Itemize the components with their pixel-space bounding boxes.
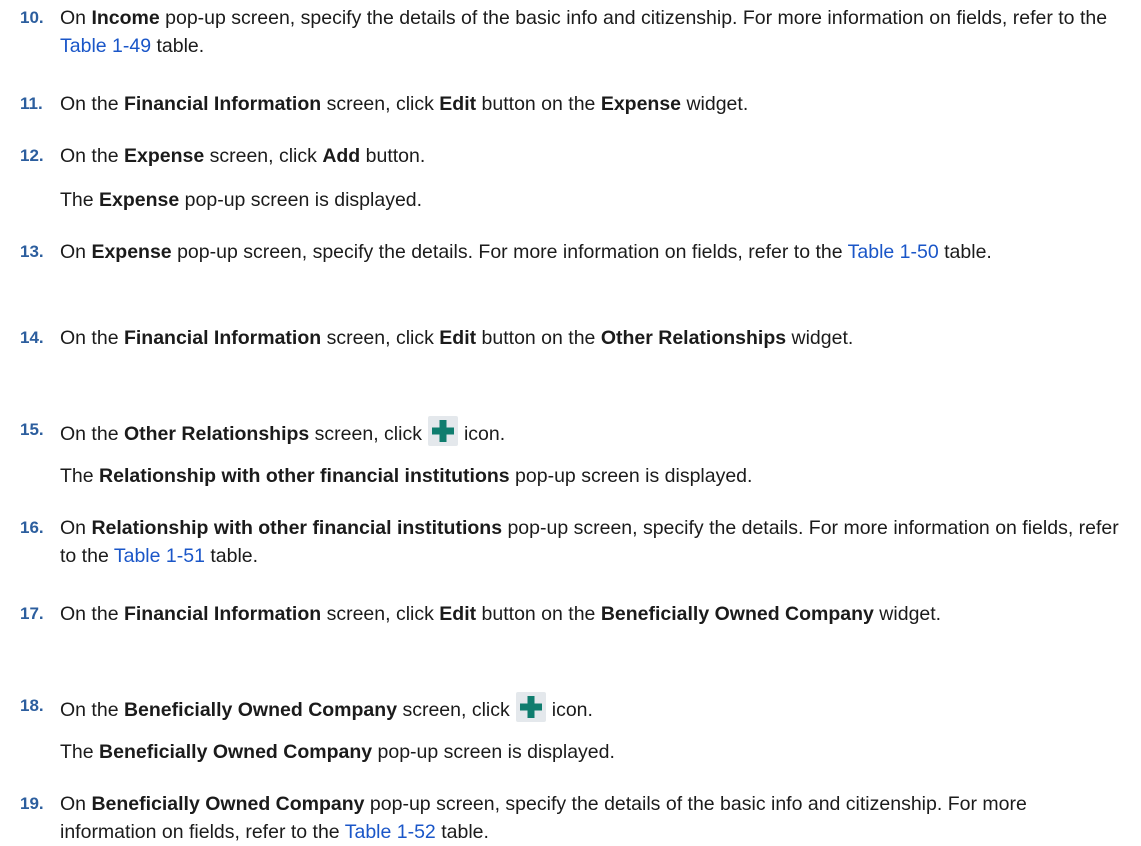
step-number: 18. (20, 696, 44, 715)
ui-term: Expense (99, 189, 180, 211)
add-plus-icon[interactable] (427, 416, 458, 446)
text-run: On (60, 241, 92, 263)
step-12-result: The Expense pop-up screen is displayed. (60, 186, 1120, 214)
ui-term: Financial Information (123, 327, 322, 349)
text-run: The (60, 465, 100, 487)
ui-term: Expense (123, 145, 205, 167)
text-run: pop-up screen, specify the details of th… (159, 7, 1108, 29)
ui-term: Other Relationships (123, 423, 310, 445)
document-page: 10. On Income pop-up screen, specify the… (0, 0, 1141, 843)
ui-term: Financial Information (123, 93, 322, 115)
text-run: screen, click (204, 145, 323, 167)
ui-term: Beneficially Owned Company (123, 699, 398, 721)
step-text: On Income pop-up screen, specify the det… (60, 4, 1120, 60)
text-run: table. (435, 821, 489, 843)
ui-term: Add (322, 145, 361, 167)
table-reference-link[interactable]: Table 1-49 (60, 35, 151, 57)
text-run: On the (60, 699, 124, 721)
text-run: pop-up screen is displayed. (179, 189, 423, 211)
text-run: On the (60, 603, 124, 625)
text-run: pop-up screen, specify the details. For … (171, 241, 848, 263)
step-text: On the Financial Information screen, cli… (60, 600, 1120, 628)
ui-term: Edit (439, 327, 477, 349)
ui-term: Beneficially Owned Company (600, 603, 874, 625)
step-18-result: The Beneficially Owned Company pop-up sc… (60, 738, 1120, 766)
text-run: screen, click (397, 699, 510, 721)
table-reference-link[interactable]: Table 1-51 (114, 545, 205, 567)
step-15-result: The Relationship with other financial in… (60, 462, 1120, 490)
text-run: widget. (786, 327, 854, 349)
text-run: screen, click (321, 603, 440, 625)
text-run: The (60, 741, 100, 763)
text-run: On the (60, 327, 124, 349)
text-run: screen, click (309, 423, 422, 445)
add-plus-icon[interactable] (515, 692, 546, 722)
ui-term: Financial Information (123, 603, 322, 625)
ui-term: Beneficially Owned Company (99, 741, 373, 763)
text-run: table. (938, 241, 992, 263)
text-run: icon. (551, 699, 593, 721)
ui-term: Edit (439, 93, 477, 115)
step-text: On the Expense screen, click Add button. (60, 142, 1120, 170)
text-run: On the (60, 93, 124, 115)
table-reference-link[interactable]: Table 1-52 (345, 821, 436, 843)
step-number: 10. (20, 8, 44, 27)
step-text: On the Other Relationships screen, click… (60, 416, 1120, 448)
step-number: 15. (20, 420, 44, 439)
text-run: On (60, 517, 92, 539)
text-run: pop-up screen is displayed. (509, 465, 753, 487)
table-reference-link[interactable]: Table 1-50 (848, 241, 939, 263)
step-number: 16. (20, 518, 44, 537)
text-run: On (60, 793, 92, 815)
text-run: button on the (476, 603, 601, 625)
text-run: button on the (476, 93, 601, 115)
step-text: On the Financial Information screen, cli… (60, 324, 1120, 352)
step-number: 13. (20, 242, 44, 261)
step-text: On the Beneficially Owned Company screen… (60, 692, 1120, 724)
ui-term: Relationship with other financial instit… (99, 465, 510, 487)
step-number: 17. (20, 604, 44, 623)
text-run: screen, click (321, 327, 440, 349)
text-run: On the (60, 423, 124, 445)
ui-term: Income (91, 7, 160, 29)
text-run: button on the (476, 327, 601, 349)
ui-term: Expense (600, 93, 682, 115)
ui-term: Expense (91, 241, 172, 263)
text-run: icon. (463, 423, 506, 445)
step-number: 11. (20, 94, 43, 113)
step-number: 19. (20, 794, 44, 813)
ui-term: Relationship with other financial instit… (91, 517, 503, 539)
ui-term: Beneficially Owned Company (91, 793, 365, 815)
step-text: On Relationship with other financial ins… (60, 514, 1120, 570)
ui-term: Edit (439, 603, 477, 625)
text-run: table. (151, 35, 205, 57)
text-run: button. (360, 145, 426, 167)
ui-term: Other Relationships (600, 327, 787, 349)
text-run: pop-up screen is displayed. (372, 741, 615, 763)
step-number: 12. (20, 146, 44, 165)
step-number: 14. (20, 328, 44, 347)
text-run: table. (204, 545, 259, 567)
step-text: On the Financial Information screen, cli… (60, 90, 1120, 118)
text-run: On (60, 7, 92, 29)
text-run: widget. (681, 93, 749, 115)
text-run: The (60, 189, 100, 211)
text-run: widget. (873, 603, 942, 625)
text-run: On the (60, 145, 124, 167)
text-run: screen, click (321, 93, 440, 115)
step-text: On Expense pop-up screen, specify the de… (60, 238, 1120, 266)
